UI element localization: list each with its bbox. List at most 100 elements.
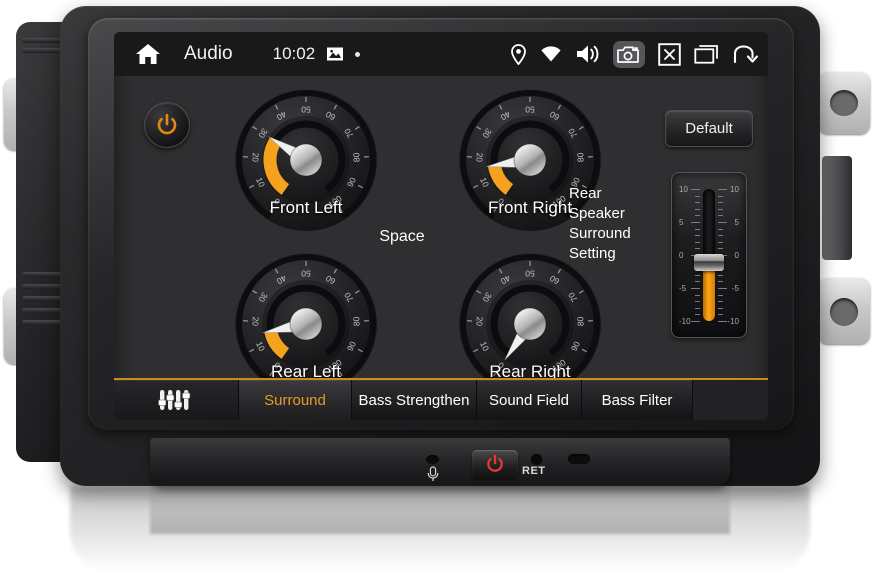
slider-tick	[695, 248, 700, 250]
slider-tick	[718, 274, 723, 276]
slider-scale-label: -10	[679, 317, 691, 326]
tab-bass-filter[interactable]: Bass Filter	[582, 380, 693, 420]
dot-indicator	[355, 51, 361, 57]
slider-tick	[718, 208, 723, 210]
slider-tick	[718, 307, 723, 309]
slider-scale-label: 5	[734, 218, 739, 227]
slider-tick	[695, 294, 700, 296]
power-icon	[487, 454, 503, 472]
slider-tick	[695, 202, 700, 204]
slider-tick	[691, 321, 700, 322]
slider-tick	[718, 241, 723, 243]
status-clock: 10:02	[272, 44, 316, 63]
status-title: Audio	[184, 43, 233, 64]
image-icon	[325, 44, 345, 64]
mount-bracket-top-right	[818, 72, 870, 134]
svg-text:50: 50	[301, 105, 311, 115]
tab-bass-strengthen[interactable]: Bass Strengthen	[352, 380, 477, 420]
slider-handle[interactable]	[694, 253, 724, 271]
slider-tick	[695, 215, 700, 217]
svg-text:20: 20	[250, 152, 260, 162]
slider-tick	[718, 228, 723, 230]
hardware-power-button[interactable]	[472, 450, 518, 478]
rear-speaker-surround-slider[interactable]: 10 5 0 -5 -10 10 5 0 -5 -10	[671, 172, 747, 338]
slider-scale-label: 10	[679, 185, 688, 194]
slider-tick	[691, 288, 700, 289]
svg-text:20: 20	[474, 316, 484, 326]
slider-tick	[718, 314, 723, 316]
equalizer-icon	[158, 390, 191, 410]
slider-tick	[695, 281, 700, 283]
back-arrow-icon[interactable]	[732, 44, 758, 65]
power-icon	[157, 113, 177, 135]
gauge-rear-right[interactable]: 0 10 20 30 40 50 60 70 80 90 100 Rear Right	[456, 250, 604, 398]
tab-equalizer[interactable]	[114, 380, 239, 420]
slider-tick	[695, 235, 700, 237]
slider-tick	[718, 215, 723, 217]
svg-text:20: 20	[250, 316, 260, 326]
display-screen: Audio 10:02 0 10 20 30 40 50 60 70 80 90…	[114, 32, 768, 420]
slider-tick	[695, 301, 700, 303]
slider-tick	[718, 288, 727, 289]
reset-label: RET	[522, 465, 546, 477]
slider-tick	[718, 281, 723, 283]
sensor-slot	[568, 454, 590, 464]
svg-text:50: 50	[525, 269, 535, 279]
mic-icon	[424, 466, 442, 482]
slider-tick	[695, 195, 700, 197]
slider-scale-label: -5	[679, 284, 687, 293]
screenshot-root: Audio 10:02 0 10 20 30 40 50 60 70 80 90…	[0, 0, 872, 573]
slider-scale-label: -5	[731, 284, 739, 293]
slider-tick	[695, 241, 700, 243]
gauge-front-left[interactable]: 0 10 20 30 40 50 60 70 80 90 100 Front Left	[232, 86, 380, 234]
connector-right	[822, 156, 852, 260]
tab-bar: Surround Bass Strengthen Sound Field Bas…	[114, 378, 768, 420]
mount-bracket-bottom-right	[818, 278, 870, 344]
tab-surround[interactable]: Surround	[239, 380, 352, 420]
slider-tick	[718, 202, 723, 204]
slider-tick	[691, 222, 700, 223]
wifi-icon[interactable]	[540, 45, 562, 63]
slider-tick	[718, 222, 727, 223]
slider-tick	[718, 321, 727, 322]
slider-tick	[718, 248, 723, 250]
slider-scale-label: -10	[727, 317, 739, 326]
svg-text:80: 80	[351, 316, 361, 326]
slider-scale-label: 10	[730, 185, 739, 194]
reset-pinhole[interactable]	[531, 454, 542, 465]
camera-icon[interactable]	[613, 40, 645, 68]
slider-tick	[691, 189, 700, 190]
slider-tick	[695, 228, 700, 230]
svg-text:50: 50	[525, 105, 535, 115]
tab-sound-field[interactable]: Sound Field	[477, 380, 582, 420]
status-bar: Audio 10:02	[114, 32, 768, 76]
slider-scale-label: 5	[679, 218, 684, 227]
space-label: Space	[379, 228, 425, 245]
audio-power-button[interactable]	[144, 102, 190, 148]
slider-tick	[695, 274, 700, 276]
volume-icon[interactable]	[575, 43, 600, 65]
svg-text:80: 80	[575, 316, 585, 326]
slider-tick	[718, 195, 723, 197]
slider-tick	[718, 189, 727, 190]
slider-scale-label: 0	[679, 251, 684, 260]
slider-tick	[695, 307, 700, 309]
slider-tick	[718, 301, 723, 303]
gauge-label: Front Left	[269, 198, 343, 217]
location-pin-icon[interactable]	[510, 43, 527, 65]
recent-apps-icon[interactable]	[694, 43, 719, 65]
svg-text:50: 50	[301, 269, 311, 279]
svg-text:20: 20	[474, 152, 484, 162]
rear-speaker-surround-setting-label: Rear Speaker Surround Setting	[569, 185, 631, 262]
slider-tick	[718, 235, 723, 237]
slider-scale-label: 0	[734, 251, 739, 260]
svg-text:80: 80	[351, 152, 361, 162]
default-button[interactable]: Default	[665, 110, 753, 147]
svg-text:80: 80	[575, 152, 585, 162]
slider-tick	[718, 294, 723, 296]
close-box-icon[interactable]	[658, 42, 681, 66]
status-bar-right-group	[497, 40, 768, 68]
home-icon[interactable]	[128, 34, 168, 74]
gauge-rear-left[interactable]: 0 10 20 30 40 50 60 70 80 90 100 Rear Left	[232, 250, 380, 398]
device-reflection	[70, 486, 810, 572]
